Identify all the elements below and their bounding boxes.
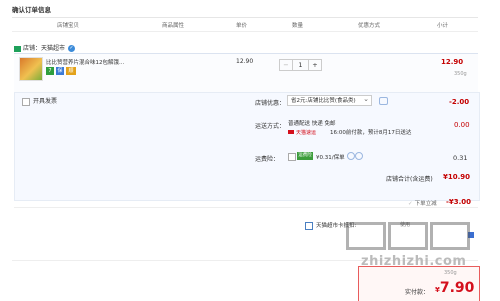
promo-info-icon[interactable] (379, 97, 388, 105)
payment-label: 实付款： (405, 289, 430, 296)
unit-price: 12.90 (236, 58, 254, 65)
product-image[interactable] (19, 57, 43, 81)
store-icon (14, 45, 21, 52)
watermark-text: zhizhizhi.com (361, 254, 467, 269)
quantity-stepper: − 1 + (279, 59, 322, 71)
shipping-carrier: 天猫速运 (288, 129, 316, 136)
col-subtotal: 小计 (437, 23, 449, 29)
insurance-info-icon[interactable] (355, 152, 363, 160)
qty-minus-button[interactable]: − (280, 60, 293, 70)
watermark-block (346, 222, 386, 250)
invoice-checkbox[interactable] (22, 97, 30, 106)
store-name[interactable]: 店铺：天猫超市 (23, 45, 65, 52)
store-header: 店铺：天猫超市 ✓ (14, 43, 76, 52)
product-name[interactable]: 比比赞营养片混合味12包解饿... (46, 58, 130, 66)
col-discount: 优惠方式 (358, 23, 381, 29)
insurance-label: 运费险： (255, 156, 280, 163)
qty-plus-button[interactable]: + (308, 60, 321, 70)
insurance-amount: 0.31 (453, 154, 468, 162)
shipping-amount: 0.00 (454, 121, 470, 129)
chat-icon[interactable]: ✓ (68, 45, 76, 52)
card-checkbox[interactable] (305, 221, 313, 230)
instant-discount-label: ✓ 下单立减 (408, 199, 437, 207)
order-options-panel (14, 92, 480, 201)
page-title: 确认订单信息 (12, 6, 51, 14)
invoice-option[interactable]: 开具发票 (22, 96, 57, 106)
promo-select[interactable]: 省2元:店铺比比赞(食品类) (287, 95, 372, 106)
store-total-label: 店铺合计(含运费) (386, 176, 433, 183)
qty-input[interactable]: 1 (293, 60, 308, 70)
col-store-item: 店铺宝贝 (57, 23, 80, 29)
shipping-mode: 普通配送 快递 免邮 (288, 121, 336, 127)
col-quantity: 数量 (292, 23, 304, 29)
watermark-block (388, 222, 428, 250)
payment-total: ¥7.90 (435, 280, 474, 296)
payment-note: 350g (444, 270, 457, 276)
truck-icon (288, 130, 294, 134)
insurance-checkbox[interactable] (288, 153, 296, 161)
instant-discount-value: -¥3.00 (446, 198, 472, 206)
col-attributes: 商品属性 (162, 23, 185, 29)
store-total-value: ¥10.90 (443, 173, 471, 181)
watermark-logo (346, 222, 491, 250)
product-tag-express: 顺 (66, 67, 76, 75)
divider (14, 207, 478, 208)
watermark-block (430, 222, 470, 250)
shipping-eta: 16:00前付款，预计8月17日送达 (330, 130, 412, 136)
shipping-carrier-name: 天猫速运 (296, 130, 317, 136)
shipping-label: 运送方式： (255, 123, 286, 130)
product-tag-7day: 7 (46, 67, 54, 75)
insurance-help-icon[interactable] (347, 152, 355, 160)
product-weight: 350g (454, 71, 467, 77)
product-subtotal: 12.90 (441, 58, 464, 66)
insurance-icon: 运费险 (297, 152, 313, 160)
col-unit-price: 单价 (236, 23, 248, 29)
promo-amount: -2.00 (449, 98, 470, 106)
promo-label: 店铺优惠： (255, 100, 286, 107)
insurance-price: ¥0.31/保单 (316, 155, 345, 161)
product-tag-guarantee: 保 (56, 67, 64, 75)
invoice-label: 开具发票 (33, 98, 58, 105)
payment-amount: 7.90 (439, 280, 475, 296)
column-header: 店铺宝贝 商品属性 单价 数量 优惠方式 小计 (12, 17, 478, 32)
